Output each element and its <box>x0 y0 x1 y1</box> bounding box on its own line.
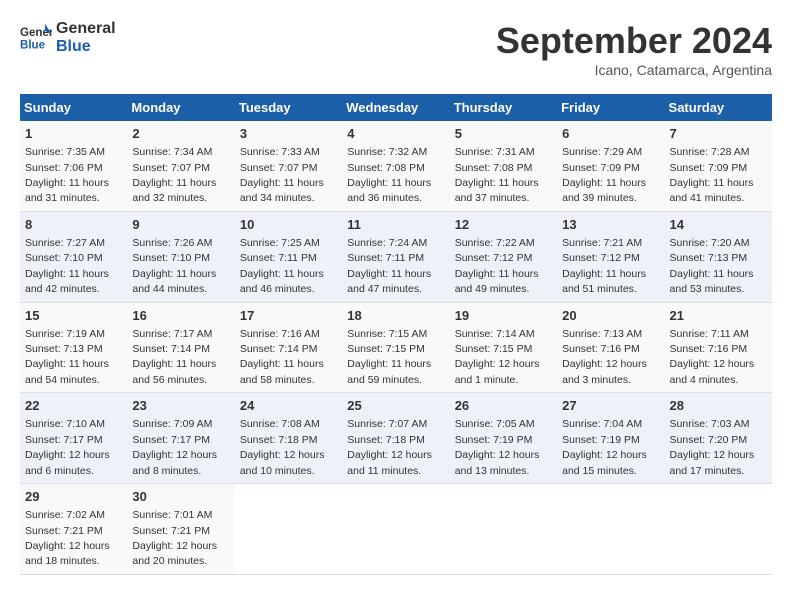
cell-13: 13Sunrise: 7:21 AMSunset: 7:12 PMDayligh… <box>557 211 664 302</box>
location-subtitle: Icano, Catamarca, Argentina <box>496 62 772 78</box>
cell-5: 5Sunrise: 7:31 AMSunset: 7:08 PMDaylight… <box>450 121 557 211</box>
logo-icon: General Blue <box>20 22 52 54</box>
col-wednesday: Wednesday <box>342 94 449 121</box>
column-headers: Sunday Monday Tuesday Wednesday Thursday… <box>20 94 772 121</box>
cell-2: 2Sunrise: 7:34 AMSunset: 7:07 PMDaylight… <box>127 121 234 211</box>
cell-16: 16Sunrise: 7:17 AMSunset: 7:14 PMDayligh… <box>127 302 234 393</box>
cell-17: 17Sunrise: 7:16 AMSunset: 7:14 PMDayligh… <box>235 302 342 393</box>
logo: General Blue General Blue <box>20 20 116 55</box>
cell-26: 26Sunrise: 7:05 AMSunset: 7:19 PMDayligh… <box>450 393 557 484</box>
cell-6: 6Sunrise: 7:29 AMSunset: 7:09 PMDaylight… <box>557 121 664 211</box>
cell-25: 25Sunrise: 7:07 AMSunset: 7:18 PMDayligh… <box>342 393 449 484</box>
calendar-table: Sunday Monday Tuesday Wednesday Thursday… <box>20 94 772 575</box>
col-saturday: Saturday <box>665 94 772 121</box>
cell-7: 7Sunrise: 7:28 AMSunset: 7:09 PMDaylight… <box>665 121 772 211</box>
calendar-row-2: 8Sunrise: 7:27 AMSunset: 7:10 PMDaylight… <box>20 211 772 302</box>
cell-empty-4-3 <box>342 484 449 575</box>
cell-22: 22Sunrise: 7:10 AMSunset: 7:17 PMDayligh… <box>20 393 127 484</box>
cell-14: 14Sunrise: 7:20 AMSunset: 7:13 PMDayligh… <box>665 211 772 302</box>
cell-8: 8Sunrise: 7:27 AMSunset: 7:10 PMDaylight… <box>20 211 127 302</box>
cell-empty-4-2 <box>235 484 342 575</box>
col-sunday: Sunday <box>20 94 127 121</box>
cell-10: 10Sunrise: 7:25 AMSunset: 7:11 PMDayligh… <box>235 211 342 302</box>
calendar-row-5: 29Sunrise: 7:02 AMSunset: 7:21 PMDayligh… <box>20 484 772 575</box>
cell-20: 20Sunrise: 7:13 AMSunset: 7:16 PMDayligh… <box>557 302 664 393</box>
cell-28: 28Sunrise: 7:03 AMSunset: 7:20 PMDayligh… <box>665 393 772 484</box>
page-header: General Blue General Blue September 2024… <box>20 20 772 78</box>
title-block: September 2024 Icano, Catamarca, Argenti… <box>496 20 772 78</box>
cell-empty-4-6 <box>665 484 772 575</box>
cell-23: 23Sunrise: 7:09 AMSunset: 7:17 PMDayligh… <box>127 393 234 484</box>
cell-empty-4-4 <box>450 484 557 575</box>
cell-21: 21Sunrise: 7:11 AMSunset: 7:16 PMDayligh… <box>665 302 772 393</box>
svg-text:Blue: Blue <box>20 39 46 51</box>
cell-9: 9Sunrise: 7:26 AMSunset: 7:10 PMDaylight… <box>127 211 234 302</box>
cell-29: 29Sunrise: 7:02 AMSunset: 7:21 PMDayligh… <box>20 484 127 575</box>
calendar-row-4: 22Sunrise: 7:10 AMSunset: 7:17 PMDayligh… <box>20 393 772 484</box>
logo-line2: Blue <box>56 38 116 56</box>
logo-line1: General <box>56 20 116 38</box>
cell-15: 15Sunrise: 7:19 AMSunset: 7:13 PMDayligh… <box>20 302 127 393</box>
col-friday: Friday <box>557 94 664 121</box>
cell-4: 4Sunrise: 7:32 AMSunset: 7:08 PMDaylight… <box>342 121 449 211</box>
cell-12: 12Sunrise: 7:22 AMSunset: 7:12 PMDayligh… <box>450 211 557 302</box>
col-thursday: Thursday <box>450 94 557 121</box>
cell-18: 18Sunrise: 7:15 AMSunset: 7:15 PMDayligh… <box>342 302 449 393</box>
cell-empty-4-5 <box>557 484 664 575</box>
calendar-row-1: 1Sunrise: 7:35 AMSunset: 7:06 PMDaylight… <box>20 121 772 211</box>
cell-19: 19Sunrise: 7:14 AMSunset: 7:15 PMDayligh… <box>450 302 557 393</box>
cell-3: 3Sunrise: 7:33 AMSunset: 7:07 PMDaylight… <box>235 121 342 211</box>
cell-11: 11Sunrise: 7:24 AMSunset: 7:11 PMDayligh… <box>342 211 449 302</box>
month-title: September 2024 <box>496 20 772 62</box>
cell-27: 27Sunrise: 7:04 AMSunset: 7:19 PMDayligh… <box>557 393 664 484</box>
cell-1: 1Sunrise: 7:35 AMSunset: 7:06 PMDaylight… <box>20 121 127 211</box>
cell-30: 30Sunrise: 7:01 AMSunset: 7:21 PMDayligh… <box>127 484 234 575</box>
cell-24: 24Sunrise: 7:08 AMSunset: 7:18 PMDayligh… <box>235 393 342 484</box>
calendar-row-3: 15Sunrise: 7:19 AMSunset: 7:13 PMDayligh… <box>20 302 772 393</box>
col-monday: Monday <box>127 94 234 121</box>
col-tuesday: Tuesday <box>235 94 342 121</box>
